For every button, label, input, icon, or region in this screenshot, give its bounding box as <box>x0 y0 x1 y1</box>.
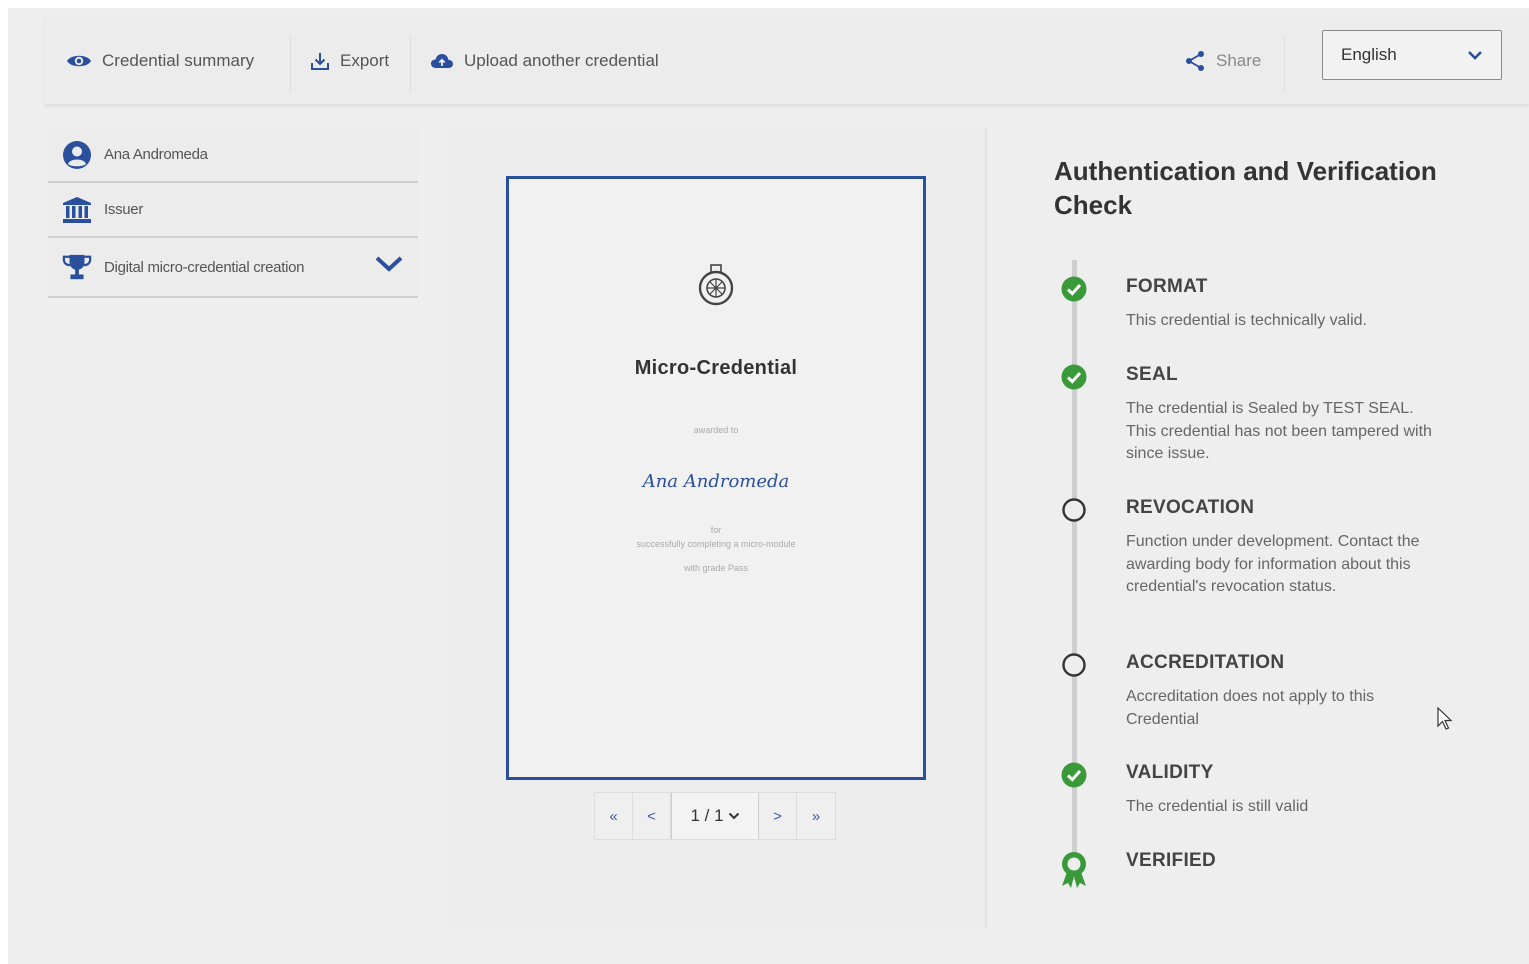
language-select[interactable]: English <box>1322 30 1502 80</box>
check-description: Function under development. Contact the … <box>1126 533 1420 595</box>
export-label: Export <box>340 51 390 70</box>
chevron-down-icon <box>1468 51 1482 60</box>
check-description: Accreditation does not apply to this Cre… <box>1126 688 1375 728</box>
language-value: English <box>1341 45 1397 64</box>
check-passed-icon <box>1061 276 1087 302</box>
page-select[interactable]: 1 / 1 <box>671 793 759 839</box>
check-name: REVOCATION <box>1126 497 1255 518</box>
awarded-to-text: awarded to <box>693 425 739 435</box>
institution-icon <box>62 196 92 224</box>
sidebar-item-issuer[interactable]: Issuer <box>48 183 418 238</box>
next-page-button[interactable]: > <box>759 793 797 839</box>
credential-summary-label: Credential summary <box>102 51 255 70</box>
chevron-down-icon <box>728 812 739 820</box>
check-name: ACCREDITATION <box>1126 652 1285 673</box>
toolbar-divider <box>410 36 411 92</box>
share-button[interactable]: Share <box>1184 46 1261 76</box>
toolbar-divider <box>1284 36 1285 92</box>
credential-sidebar: Ana Andromeda Issuer Digital micro-crede… <box>48 128 418 298</box>
check-passed-icon <box>1061 762 1087 788</box>
check-description: The credential is Sealed by TEST SEAL. T… <box>1126 400 1432 462</box>
sidebar-item-label: Digital micro-credential creation <box>104 258 305 276</box>
check-name: VERIFIED <box>1126 850 1217 871</box>
sidebar-item-achievement[interactable]: Digital micro-credential creation <box>48 238 418 298</box>
sidebar-item-label: Ana Andromeda <box>104 146 208 163</box>
medal-icon <box>698 264 734 306</box>
first-page-button[interactable]: « <box>595 793 633 839</box>
prev-page-button[interactable]: < <box>633 793 671 839</box>
pending-circle-icon <box>1062 653 1086 677</box>
mouse-cursor-icon <box>1437 706 1453 730</box>
page-indicator: 1 / 1 <box>690 806 724 825</box>
completion-text: successfully completing a micro-module <box>636 539 796 549</box>
credential-summary-button[interactable]: Credential summary <box>66 46 254 76</box>
app-frame: Credential summary Export Upload another… <box>8 8 1529 964</box>
credential-preview-panel: Micro-Credential awarded to Ana Andromed… <box>445 128 987 928</box>
sidebar-item-owner[interactable]: Ana Andromeda <box>48 128 418 183</box>
download-icon <box>311 53 329 70</box>
credential-document: Micro-Credential awarded to Ana Andromed… <box>506 176 926 780</box>
export-button[interactable]: Export <box>310 46 389 76</box>
sidebar-item-label: Issuer <box>104 201 144 218</box>
upload-credential-label: Upload another credential <box>464 51 659 70</box>
toolbar-divider <box>290 36 291 92</box>
document-pager: « < 1 / 1 > » <box>594 792 836 840</box>
top-toolbar: Credential summary Export Upload another… <box>44 16 1529 105</box>
check-description: This credential is technically valid. <box>1126 312 1367 329</box>
chevron-down-icon[interactable] <box>374 254 404 274</box>
eye-icon <box>67 55 91 67</box>
for-text: for <box>710 525 722 535</box>
last-page-button[interactable]: » <box>797 793 835 839</box>
verification-title: Authentication and Verification Check <box>1054 156 1437 220</box>
upload-credential-button[interactable]: Upload another credential <box>430 46 659 76</box>
award-ribbon-icon <box>1062 852 1086 888</box>
pending-circle-icon <box>1062 498 1086 522</box>
verification-panel: Authentication and Verification Check FO… <box>988 128 1528 928</box>
cloud-upload-icon <box>431 54 453 68</box>
trophy-icon <box>62 252 92 282</box>
check-name: FORMAT <box>1126 276 1208 297</box>
share-icon <box>1186 51 1204 71</box>
check-passed-icon <box>1061 364 1087 390</box>
credential-title: Micro-Credential <box>634 357 798 379</box>
grade-text: with grade Pass <box>683 563 749 573</box>
recipient-name: Ana Andromeda <box>642 471 790 492</box>
check-name: VALIDITY <box>1126 762 1214 783</box>
check-name: SEAL <box>1126 364 1178 385</box>
share-label: Share <box>1216 51 1262 70</box>
check-description: The credential is still valid <box>1126 798 1309 815</box>
user-circle-icon <box>62 140 92 170</box>
